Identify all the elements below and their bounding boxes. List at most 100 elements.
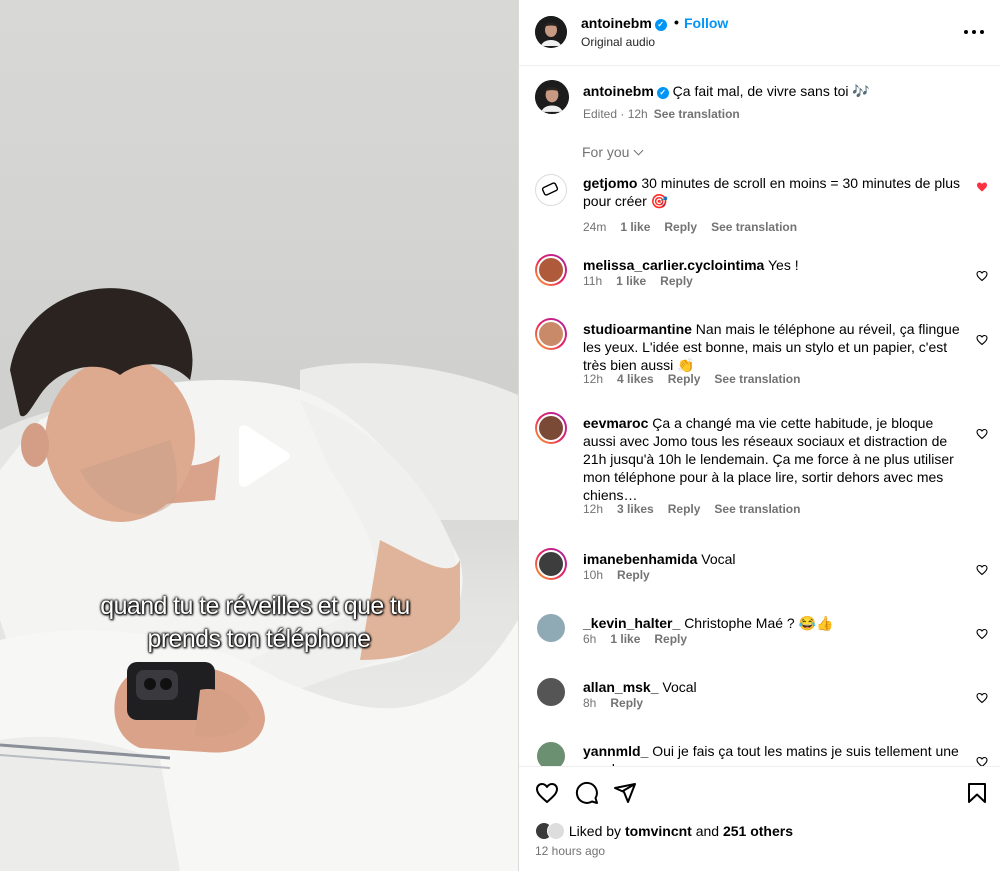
comment-text: Vocal [701, 551, 736, 567]
comment-body: studioarmantine Nan mais le téléphone au… [583, 320, 963, 374]
comment-likes[interactable]: 1 like [610, 632, 640, 646]
username-text[interactable]: antoinebm [581, 15, 652, 31]
reply-button[interactable]: Reply [664, 220, 697, 234]
follow-button[interactable]: Follow [684, 15, 728, 31]
heart-icon[interactable] [976, 428, 988, 440]
comment-icon[interactable] [575, 781, 599, 805]
verified-icon: ✓ [656, 87, 669, 99]
liked-by-others[interactable]: 251 others [723, 823, 793, 839]
avatar[interactable] [535, 412, 567, 444]
comment-likes[interactable]: 1 like [616, 274, 646, 288]
see-translation-link[interactable]: See translation [711, 220, 797, 234]
liked-by-and: and [695, 823, 720, 839]
bookmark-icon[interactable] [965, 781, 989, 805]
share-icon[interactable] [613, 781, 637, 805]
comment-list[interactable]: getjomo 30 minutes de scroll en moins = … [519, 170, 1000, 767]
avatar[interactable] [535, 254, 567, 286]
heart-filled-icon[interactable] [976, 181, 988, 193]
reply-button[interactable]: Reply [668, 372, 701, 386]
avatar[interactable] [535, 676, 567, 708]
comment-text: 30 minutes de scroll en moins = 30 minut… [583, 175, 961, 209]
comment-time: 10h [583, 568, 604, 582]
more-icon[interactable] [964, 22, 984, 42]
caption-meta: Edited · 12h See translation [583, 107, 740, 121]
video-caption-line-2: prends ton téléphone [147, 625, 372, 653]
heart-icon[interactable] [976, 564, 988, 576]
avatar[interactable] [535, 612, 567, 644]
comment-time: 24m [583, 220, 607, 234]
comment-time: 11h [583, 274, 603, 288]
reply-button[interactable]: Reply [668, 502, 701, 516]
post-side-panel: antoinebm ✓ • Follow Original audio antoi… [518, 0, 1000, 871]
avatar[interactable] [535, 16, 567, 48]
comment-likes[interactable]: 3 likes [617, 502, 654, 516]
comment-body: _kevin_halter_ Christophe Maé ? 😂👍 [583, 614, 963, 632]
video-player[interactable]: quand tu te réveilles et que tu prends t… [0, 0, 518, 871]
heart-icon[interactable] [535, 781, 559, 805]
see-translation-link[interactable]: See translation [654, 107, 740, 121]
comment-username[interactable]: getjomo [583, 175, 637, 191]
comment-meta: 10h Reply [583, 568, 664, 582]
avatar [547, 822, 565, 840]
comment-body: melissa_carlier.cyclointima Yes ! [583, 256, 963, 274]
chevron-down-icon [634, 145, 644, 156]
comment-meta: 24m 1 like Reply See translation [583, 220, 811, 234]
comment-username[interactable]: melissa_carlier.cyclointima [583, 257, 764, 273]
comment-body: yannmld_ Oui je fais ça tout les matins … [583, 742, 963, 767]
comment-meta: 8h Reply [583, 696, 657, 710]
avatar[interactable] [535, 740, 567, 767]
reply-button[interactable]: Reply [654, 632, 687, 646]
comment-username[interactable]: yannmld_ [583, 743, 648, 759]
comment-sort-dropdown[interactable]: For you [582, 144, 644, 160]
username[interactable]: antoinebm ✓ [581, 15, 667, 31]
separator: • [674, 14, 679, 30]
avatar[interactable] [535, 80, 569, 114]
see-translation-link[interactable]: See translation [714, 372, 800, 386]
caption-username[interactable]: antoinebm [583, 83, 654, 99]
heart-icon[interactable] [976, 270, 988, 282]
heart-icon[interactable] [976, 692, 988, 704]
post-caption: antoinebm ✓ Ça fait mal, de vivre sans to… [519, 66, 1000, 138]
post-header: antoinebm ✓ • Follow Original audio [519, 0, 1000, 66]
verified-icon: ✓ [654, 19, 667, 31]
comment-body: getjomo 30 minutes de scroll en moins = … [583, 174, 963, 210]
reply-button[interactable]: Reply [660, 274, 693, 288]
audio-label[interactable]: Original audio [581, 35, 655, 49]
see-translation-link[interactable]: See translation [714, 502, 800, 516]
reply-button[interactable]: Reply [610, 696, 643, 710]
liked-by: Liked by tomvincnt and 251 others [535, 822, 793, 840]
sort-label: For you [582, 144, 630, 160]
comment-username[interactable]: _kevin_halter_ [583, 615, 680, 631]
avatar[interactable] [535, 548, 567, 580]
comment-meta: 12h 3 likes Reply See translation [583, 502, 814, 516]
caption-body: Ça fait mal, de vivre sans toi 🎶 [672, 83, 870, 99]
comment-username[interactable]: imanebenhamida [583, 551, 697, 567]
comment-meta: 6h 1 like Reply [583, 632, 701, 646]
liked-by-user[interactable]: tomvincnt [625, 823, 692, 839]
comment-username[interactable]: studioarmantine [583, 321, 692, 337]
comment-text: Christophe Maé ? 😂👍 [684, 615, 834, 631]
heart-icon[interactable] [976, 334, 988, 346]
comment-meta: 12h 4 likes Reply See translation [583, 372, 814, 386]
play-icon[interactable] [229, 424, 293, 488]
comment-meta: 11h 1 like Reply [583, 274, 707, 288]
heart-icon[interactable] [976, 628, 988, 640]
comment-text: Yes ! [767, 257, 799, 273]
comment-body: allan_msk_ Vocal [583, 678, 963, 696]
post-footer: Liked by tomvincnt and 251 others 12 hou… [519, 766, 1000, 871]
comment-body: eevmaroc Ça a changé ma vie cette habitu… [583, 414, 963, 504]
comment-likes[interactable]: 4 likes [617, 372, 654, 386]
avatar[interactable] [535, 318, 567, 350]
comment-time: 8h [583, 696, 597, 710]
edited-time: Edited · 12h [583, 107, 648, 121]
comment-username[interactable]: allan_msk_ [583, 679, 659, 695]
comment-body: imanebenhamida Vocal [583, 550, 963, 568]
avatar[interactable] [535, 174, 567, 206]
comment-username[interactable]: eevmaroc [583, 415, 648, 431]
comment-likes[interactable]: 1 like [620, 220, 650, 234]
comment-time: 6h [583, 632, 597, 646]
comment-time: 12h [583, 372, 604, 386]
comment-text: Vocal [662, 679, 697, 695]
post-timestamp[interactable]: 12 hours ago [535, 844, 605, 858]
reply-button[interactable]: Reply [617, 568, 650, 582]
